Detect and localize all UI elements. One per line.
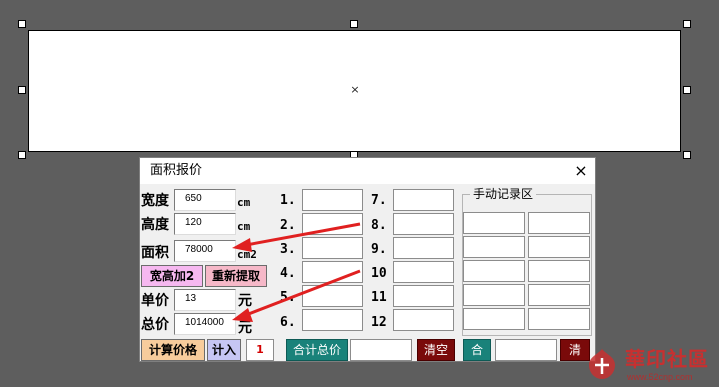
arrow-to-total-icon bbox=[245, 269, 361, 317]
watermark: 華印社區 www.52cnp.com bbox=[585, 345, 719, 387]
watermark-url: www.52cnp.com bbox=[627, 372, 693, 382]
arrow-to-area-icon bbox=[245, 222, 361, 247]
arrow-head bbox=[232, 238, 252, 252]
annotation-arrows bbox=[232, 222, 361, 322]
watermark-name: 華印社區 bbox=[625, 347, 709, 371]
arrow-head bbox=[232, 308, 253, 322]
watermark-logo-icon bbox=[589, 349, 615, 379]
